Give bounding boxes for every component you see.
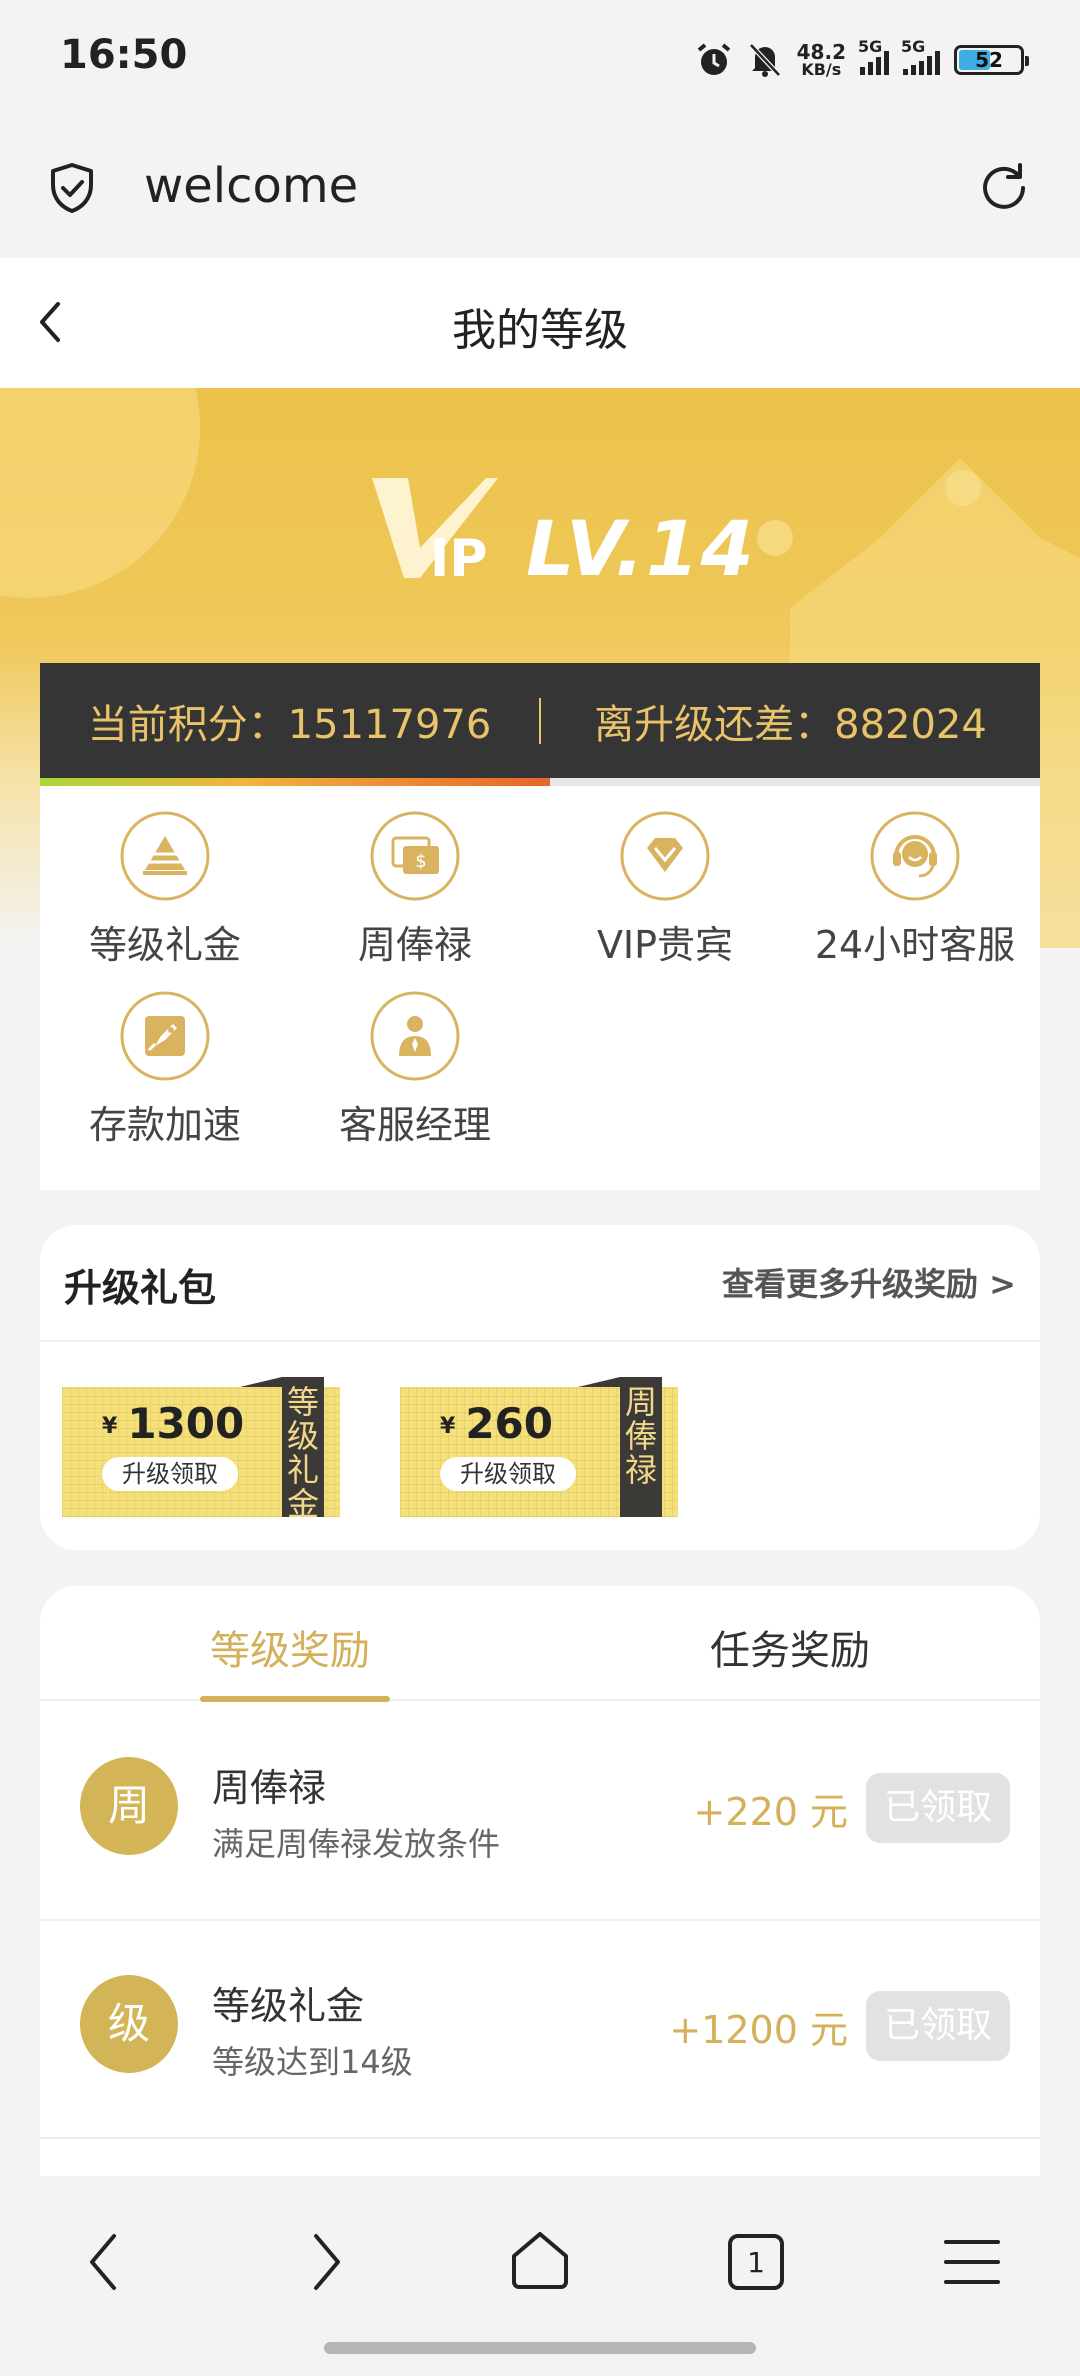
money-card-icon: $: [369, 810, 461, 902]
benefit-vip-guest[interactable]: VIP贵宾: [540, 786, 790, 967]
status-icons: 48.2 KB/s 5G 5G 52: [695, 37, 1029, 82]
vip-logo-icon: IP: [372, 478, 498, 588]
pack-level-bonus[interactable]: ¥1300 升级领取 等级礼金: [62, 1377, 340, 1521]
pyramid-icon: [119, 810, 211, 902]
forward-icon[interactable]: [284, 2222, 364, 2302]
benefit-deposit-boost[interactable]: 存款加速: [40, 966, 290, 1147]
current-points: 当前积分：15117976: [87, 701, 492, 748]
points-bar: 当前积分：15117976 离升级还差：882024: [40, 663, 1040, 778]
url-text[interactable]: welcome: [144, 158, 358, 214]
manager-icon: [369, 990, 461, 1082]
home-icon[interactable]: [500, 2222, 580, 2302]
claimed-button[interactable]: 已领取: [866, 1773, 1010, 1843]
svg-text:$: $: [415, 851, 426, 872]
reward-badge: 周: [80, 1757, 178, 1855]
upgrade-packs-card: 升级礼包 查看更多升级奖励 > ¥1300 升级领取 等级礼金 ¥260 升级领…: [40, 1225, 1040, 1550]
pack-amount: ¥1300: [102, 1399, 245, 1448]
reward-title: 等级礼金: [212, 1984, 365, 2028]
reward-title: 周俸禄: [212, 1766, 327, 1810]
vip-level: LV.14: [526, 504, 756, 593]
diamond-icon: [619, 810, 711, 902]
reward-tabs: 等级奖励 任务奖励: [40, 1586, 1040, 1702]
pack-claim-label: 升级领取: [440, 1457, 576, 1491]
points-to-upgrade: 离升级还差：882024: [594, 701, 987, 748]
status-bar: 16:50 48.2 KB/s 5G 5G 52: [0, 0, 1080, 118]
benefit-weekly-salary[interactable]: $ 周俸禄: [290, 786, 540, 967]
reward-amount: +1200 元: [669, 2008, 848, 2052]
svg-text:IP: IP: [430, 529, 487, 588]
tab-task-rewards[interactable]: 任务奖励: [540, 1618, 1040, 1676]
benefit-level-bonus[interactable]: 等级礼金: [40, 786, 290, 967]
pack-amount: ¥260: [440, 1399, 553, 1448]
level-progress-bar: [40, 778, 1040, 786]
packs-title: 升级礼包: [64, 1266, 217, 1310]
reward-row-weekly: 周 周俸禄 满足周俸禄发放条件 +220 元 已领取: [40, 1703, 1040, 1921]
headset-icon: [869, 810, 961, 902]
benefit-account-manager[interactable]: 客服经理: [290, 966, 540, 1147]
address-bar[interactable]: welcome: [0, 118, 1080, 258]
reward-condition: 满足周俸禄发放条件: [212, 1825, 501, 1863]
battery-icon: 52: [954, 45, 1029, 75]
back-icon[interactable]: [66, 2222, 146, 2302]
active-tab-indicator: [200, 1696, 390, 1702]
reward-badge: 级: [80, 1975, 178, 2073]
reward-amount: +220 元: [693, 1790, 848, 1834]
pack-tag: 周俸禄: [578, 1377, 662, 1517]
reload-icon[interactable]: [974, 158, 1034, 218]
claimed-button[interactable]: 已领取: [866, 1991, 1010, 2061]
shield-check-icon[interactable]: [44, 160, 100, 216]
status-time: 16:50: [60, 32, 188, 78]
benefit-24h-service[interactable]: 24小时客服: [790, 786, 1040, 967]
level-progress-fill: [40, 778, 550, 786]
benefits-panel: 等级礼金 $ 周俸禄 VIP贵宾 24小时客服 存款加速 客服经理: [40, 786, 1040, 1190]
rewards-card: 等级奖励 任务奖励 周 周俸禄 满足周俸禄发放条件 +220 元 已领取 级 等…: [40, 1586, 1040, 2186]
home-indicator[interactable]: [324, 2342, 756, 2354]
signal-icon-1: 5G: [858, 37, 889, 75]
divider: [40, 1340, 1040, 1342]
page-title: 我的等级: [452, 305, 628, 356]
pack-weekly-salary[interactable]: ¥260 升级领取 周俸禄: [400, 1377, 678, 1517]
net-speed: 48.2 KB/s: [796, 40, 846, 79]
menu-icon[interactable]: [932, 2222, 1012, 2302]
tabs-icon[interactable]: 1: [716, 2222, 796, 2302]
view-more-rewards-link[interactable]: 查看更多升级奖励 >: [722, 1259, 1016, 1305]
mute-icon: [747, 41, 783, 79]
reward-condition: 等级达到14级: [212, 2043, 413, 2081]
reward-row-level: 级 等级礼金 等级达到14级 +1200 元 已领取: [40, 1921, 1040, 2139]
rocket-icon: [119, 990, 211, 1082]
alarm-icon: [695, 41, 733, 79]
svg-text:1: 1: [747, 2246, 765, 2279]
pack-tag: 等级礼金: [240, 1377, 324, 1521]
tab-level-rewards[interactable]: 等级奖励: [40, 1618, 540, 1676]
pack-claim-label: 升级领取: [102, 1457, 238, 1491]
signal-icon-2: 5G: [901, 37, 940, 75]
page-header: 我的等级: [0, 258, 1080, 388]
